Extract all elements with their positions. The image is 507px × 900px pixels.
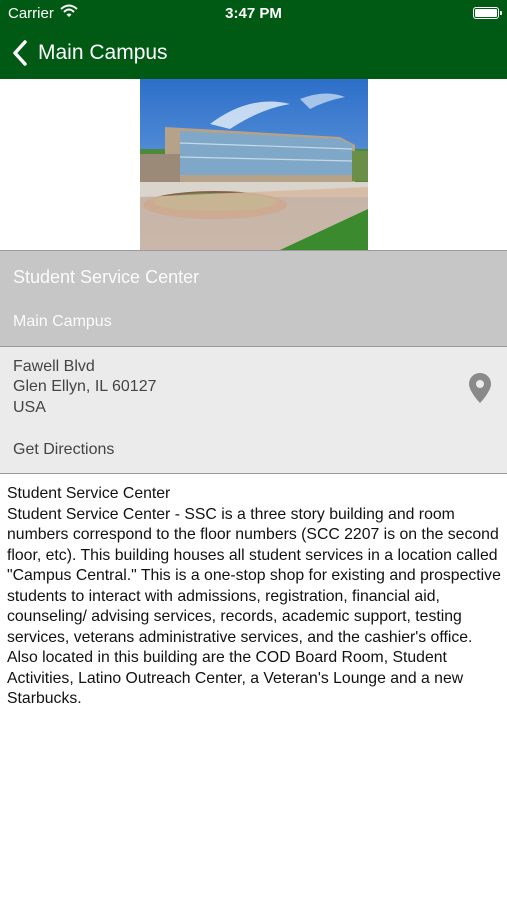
building-header: Student Service Center Main Campus [0,251,507,347]
back-button[interactable]: Main Campus [10,38,168,68]
top-bar: Carrier 3:47 PM Main Campus [0,0,507,79]
description-title: Student Service Center [7,485,171,502]
navigation-bar: Main Campus [0,28,507,79]
building-photo-area [0,79,507,251]
status-time: 3:47 PM [225,5,282,22]
address-city: Glen Ellyn, IL 60127 [13,378,157,395]
building-name: Student Service Center [13,267,200,287]
address-street: Fawell Blvd [13,358,95,375]
status-bar: Carrier 3:47 PM [0,0,507,28]
map-pin-icon[interactable] [468,372,492,404]
campus-name: Main Campus [13,313,112,330]
battery-icon [473,7,502,19]
building-photo [140,79,368,250]
address-card: Fawell Blvd Glen Ellyn, IL 60127 USA Get… [0,347,507,474]
get-directions-link[interactable]: Get Directions [13,441,114,459]
address-country: USA [13,399,46,416]
description-body: Student Service Center - SSC is a three … [7,505,501,708]
description-block: Student Service Center Student Service C… [7,484,502,710]
chevron-left-icon [13,40,27,66]
back-button-label: Main Campus [38,41,168,64]
